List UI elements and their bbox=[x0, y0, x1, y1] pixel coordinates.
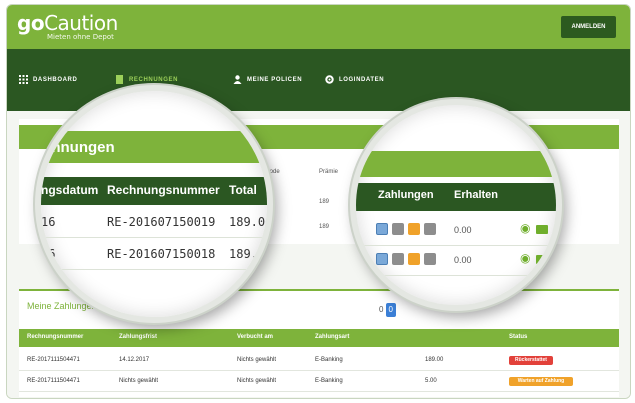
nav-label-rechnungen: RECHNUNGEN bbox=[129, 76, 179, 83]
due-date: Nichts gewählt bbox=[119, 378, 159, 384]
zoom-column-header: ngsdatum bbox=[41, 183, 99, 197]
calendar-icon[interactable] bbox=[376, 223, 388, 235]
info-icon[interactable] bbox=[392, 253, 404, 265]
zoom-total: 189.0 bbox=[229, 247, 266, 261]
calendar-icon[interactable] bbox=[376, 253, 388, 265]
dollar-icon[interactable] bbox=[408, 223, 420, 235]
zoom-column-header: Erhalten bbox=[454, 189, 499, 201]
due-date: 14.12.2017 bbox=[119, 357, 150, 363]
user-icon bbox=[233, 75, 242, 84]
info-icon[interactable] bbox=[424, 223, 436, 235]
info-icon[interactable] bbox=[392, 223, 404, 235]
nav-item-policen[interactable]: MEINE POLICEN bbox=[233, 75, 302, 84]
pagination[interactable]: 0 0 bbox=[379, 303, 396, 317]
row-divider bbox=[356, 245, 556, 246]
row-divider bbox=[41, 269, 267, 270]
premium-value: 189 bbox=[319, 224, 330, 230]
nav-label-dashboard: DASHBOARD bbox=[33, 76, 78, 83]
payment-method: E-Banking bbox=[315, 357, 343, 363]
column-header: Zahlungsfrist bbox=[119, 334, 158, 340]
zoom-invoice-number[interactable]: RE-201607150018 bbox=[107, 247, 215, 261]
zoom-column-header: Total bbox=[229, 183, 257, 197]
table-row[interactable]: RE-2017111504471 14.12.2017 Nichts gewäh… bbox=[19, 351, 619, 371]
login-button[interactable]: ANMELDEN bbox=[561, 16, 616, 38]
document-icon bbox=[116, 75, 123, 84]
zoom-total: 189.00 bbox=[229, 215, 273, 229]
column-header: Verbucht am bbox=[237, 334, 274, 340]
zoom-invoices-title: chnungen bbox=[43, 139, 115, 156]
dollar-icon[interactable] bbox=[408, 253, 420, 265]
status-badge: Warten auf Zahlung bbox=[509, 377, 573, 386]
pager-current[interactable]: 0 bbox=[385, 303, 396, 317]
amount: 5.00 bbox=[425, 378, 437, 384]
top-bar: goCaution Mieten ohne Depot ANMELDEN bbox=[7, 5, 630, 49]
premium-value: 189 bbox=[319, 199, 330, 205]
zoom-column-header: Rechnungsnummer bbox=[107, 183, 220, 197]
nav-item-logindaten[interactable]: LOGINDATEN bbox=[325, 75, 384, 84]
nav-item-rechnungen[interactable]: RECHNUNGEN bbox=[115, 75, 178, 84]
column-header: Zahlungsart bbox=[315, 334, 350, 340]
logo-prefix: go bbox=[17, 11, 45, 35]
mail-icon[interactable] bbox=[536, 225, 548, 234]
logo[interactable]: goCaution Mieten ohne Depot bbox=[17, 11, 118, 41]
zoom-invoice-number[interactable]: RE-201607150019 bbox=[107, 215, 215, 229]
pager-prefix: 0 bbox=[379, 305, 384, 314]
nav-item-dashboard[interactable]: DASHBOARD bbox=[19, 75, 77, 84]
row-divider bbox=[356, 275, 556, 276]
status-badge: Rückerstattet bbox=[509, 356, 553, 365]
invoice-number: RE-2017111504471 bbox=[27, 357, 80, 363]
payment-method: E-Banking bbox=[315, 378, 343, 384]
booked-date: Nichts gewählt bbox=[237, 357, 277, 363]
gear-icon bbox=[325, 75, 334, 84]
premium-column-header: Prämie bbox=[319, 169, 339, 175]
grid-icon bbox=[19, 75, 28, 84]
received-amount: 0.00 bbox=[454, 255, 472, 265]
zoom-date-fragment: 16 bbox=[41, 215, 56, 229]
info-icon[interactable] bbox=[424, 253, 436, 265]
zoom-date-fragment: 16 bbox=[41, 247, 56, 261]
browser-frame: goCaution Mieten ohne Depot ANMELDEN DAS… bbox=[6, 4, 631, 399]
logo-tagline: Mieten ohne Depot bbox=[47, 33, 114, 41]
magnifier-payments: Zahlungen Erhalten 0.00 ◉ 0.00 ◉ bbox=[350, 99, 562, 311]
nav-label-policen: MEINE POLICEN bbox=[247, 76, 303, 83]
table-row[interactable]: RE-2017111504471 Nichts gewählt Nichts g… bbox=[19, 372, 619, 392]
zoom-title-bar bbox=[356, 151, 556, 177]
invoice-number: RE-2017111504471 bbox=[27, 378, 80, 384]
received-amount: 0.00 bbox=[454, 225, 472, 235]
logo-suffix: Caution bbox=[44, 11, 118, 35]
column-header: Status bbox=[509, 334, 528, 340]
column-header: Rechnungsnummer bbox=[27, 334, 84, 340]
booked-date: Nichts gewählt bbox=[237, 378, 277, 384]
mail-icon[interactable] bbox=[536, 255, 548, 264]
payments-table-header: Rechnungsnummer Zahlungsfrist Verbucht a… bbox=[19, 329, 619, 347]
amount: 189.00 bbox=[425, 357, 444, 363]
payments-title: Meine Zahlungen bbox=[27, 301, 97, 311]
nav-label-logindaten: LOGINDATEN bbox=[339, 76, 385, 83]
eye-icon[interactable]: ◉ bbox=[520, 221, 530, 235]
eye-icon[interactable]: ◉ bbox=[520, 251, 530, 265]
zoom-column-header: Zahlungen bbox=[378, 189, 434, 201]
row-divider bbox=[41, 237, 267, 238]
magnifier-invoices: chnungen ngsdatum Rechnungsnummer Total … bbox=[35, 85, 273, 323]
